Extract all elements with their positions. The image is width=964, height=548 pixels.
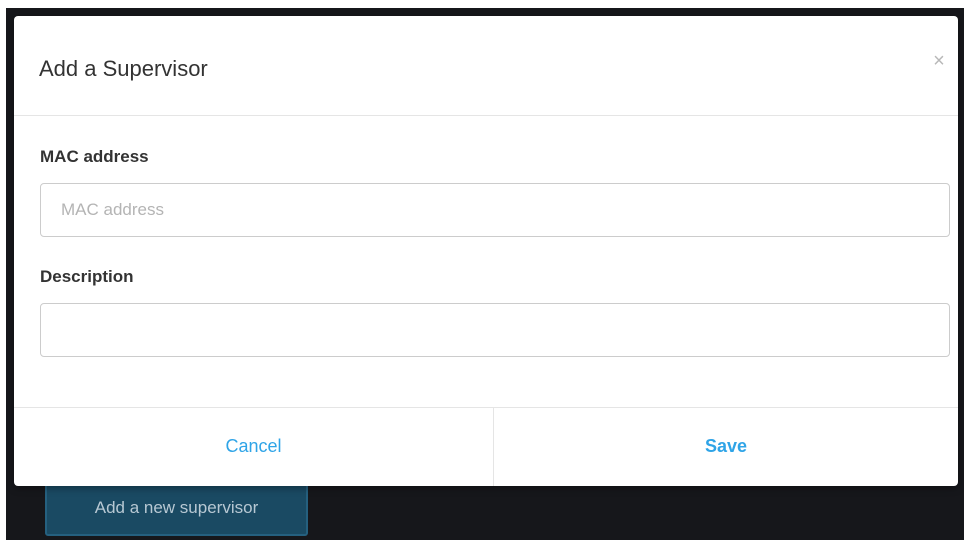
dialog-footer: Cancel Save bbox=[14, 407, 958, 486]
mac-address-input[interactable] bbox=[40, 183, 950, 237]
add-supervisor-dialog: Add a Supervisor × MAC address Descripti… bbox=[14, 16, 958, 486]
dialog-title: Add a Supervisor bbox=[39, 56, 208, 81]
modal-backdrop: Add a new supervisor Add a Supervisor × … bbox=[6, 8, 964, 540]
close-icon[interactable]: × bbox=[928, 50, 950, 72]
description-input[interactable] bbox=[40, 303, 950, 357]
save-button[interactable]: Save bbox=[494, 408, 958, 486]
description-label: Description bbox=[40, 267, 134, 286]
dialog-header: Add a Supervisor × bbox=[14, 16, 958, 116]
add-new-supervisor-button[interactable]: Add a new supervisor bbox=[45, 482, 308, 536]
mac-address-label: MAC address bbox=[40, 147, 149, 166]
cancel-button[interactable]: Cancel bbox=[14, 408, 494, 486]
